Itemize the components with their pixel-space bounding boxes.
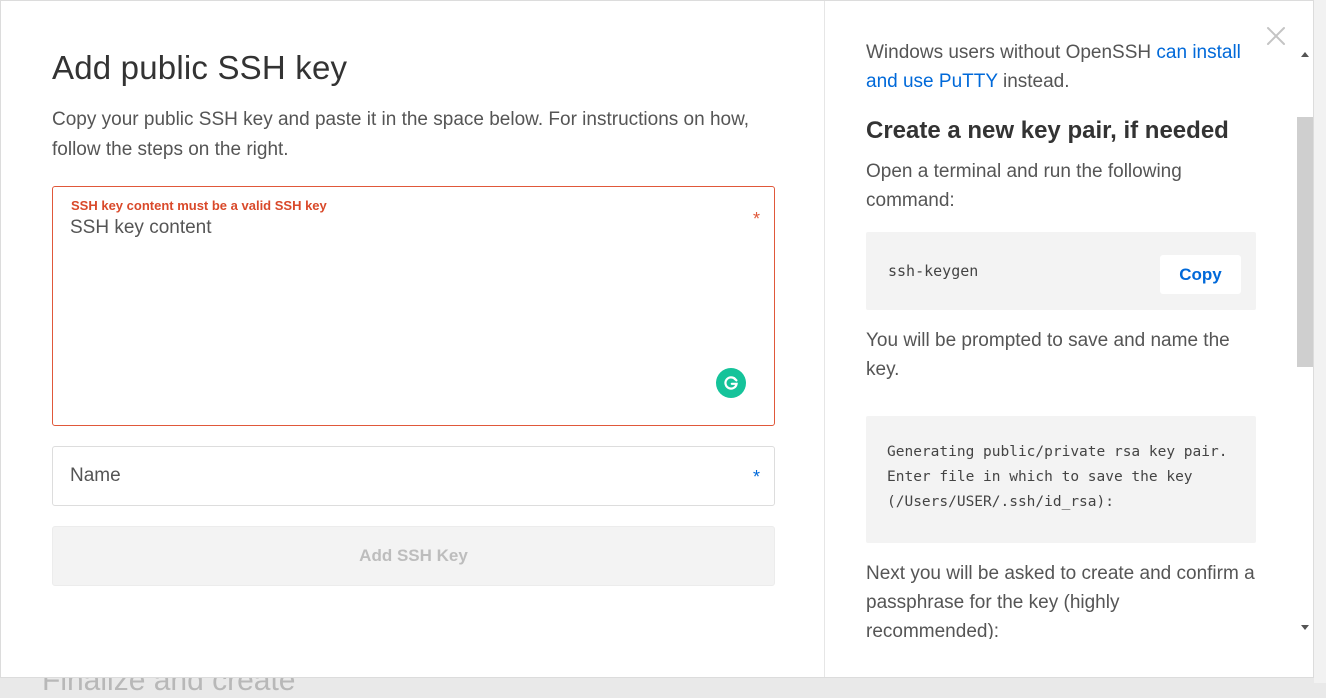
form-panel: Add public SSH key Copy your public SSH … xyxy=(1,1,825,677)
copy-button[interactable]: Copy xyxy=(1160,255,1241,294)
ssh-key-error: SSH key content must be a valid SSH key xyxy=(71,198,327,213)
scrollbar-thumb[interactable] xyxy=(1297,117,1313,367)
add-ssh-key-modal: Add public SSH key Copy your public SSH … xyxy=(0,0,1314,678)
output-text: Generating public/private rsa key pair. … xyxy=(887,444,1228,510)
grammarly-icon[interactable] xyxy=(716,368,746,398)
step-save-key: You will be prompted to save and name th… xyxy=(866,330,1230,380)
command-box: ssh-keygen Copy xyxy=(866,232,1256,310)
scroll-down-arrow-icon[interactable] xyxy=(1301,625,1309,630)
instructions-panel: Windows users without OpenSSH can instal… xyxy=(825,1,1313,677)
instructions-scroll-area[interactable]: Windows users without OpenSSH can instal… xyxy=(866,35,1256,639)
windows-note: Windows users without OpenSSH can instal… xyxy=(866,42,1241,92)
name-field[interactable]: * xyxy=(52,446,775,506)
output-box: Generating public/private rsa key pair. … xyxy=(866,416,1256,543)
close-icon[interactable] xyxy=(1263,23,1289,49)
required-marker: * xyxy=(752,467,760,487)
keypair-heading: Create a new key pair, if needed xyxy=(866,117,1229,144)
name-input[interactable] xyxy=(70,447,710,505)
ssh-key-field[interactable]: SSH key content must be a valid SSH key … xyxy=(52,186,775,426)
command-text: ssh-keygen xyxy=(888,262,979,280)
required-marker: * xyxy=(752,209,760,229)
step-passphrase: Next you will be asked to create and con… xyxy=(866,563,1255,639)
ssh-key-input[interactable] xyxy=(70,217,730,407)
step-open-terminal: Open a terminal and run the following co… xyxy=(866,161,1182,211)
modal-title: Add public SSH key xyxy=(52,49,348,86)
backdrop-strip xyxy=(1314,0,1326,683)
modal-intro: Copy your public SSH key and paste it in… xyxy=(52,109,750,160)
scroll-up-arrow-icon[interactable] xyxy=(1301,52,1309,57)
instructions-scrollbar[interactable] xyxy=(1295,43,1313,639)
add-ssh-key-button[interactable]: Add SSH Key xyxy=(52,526,775,586)
